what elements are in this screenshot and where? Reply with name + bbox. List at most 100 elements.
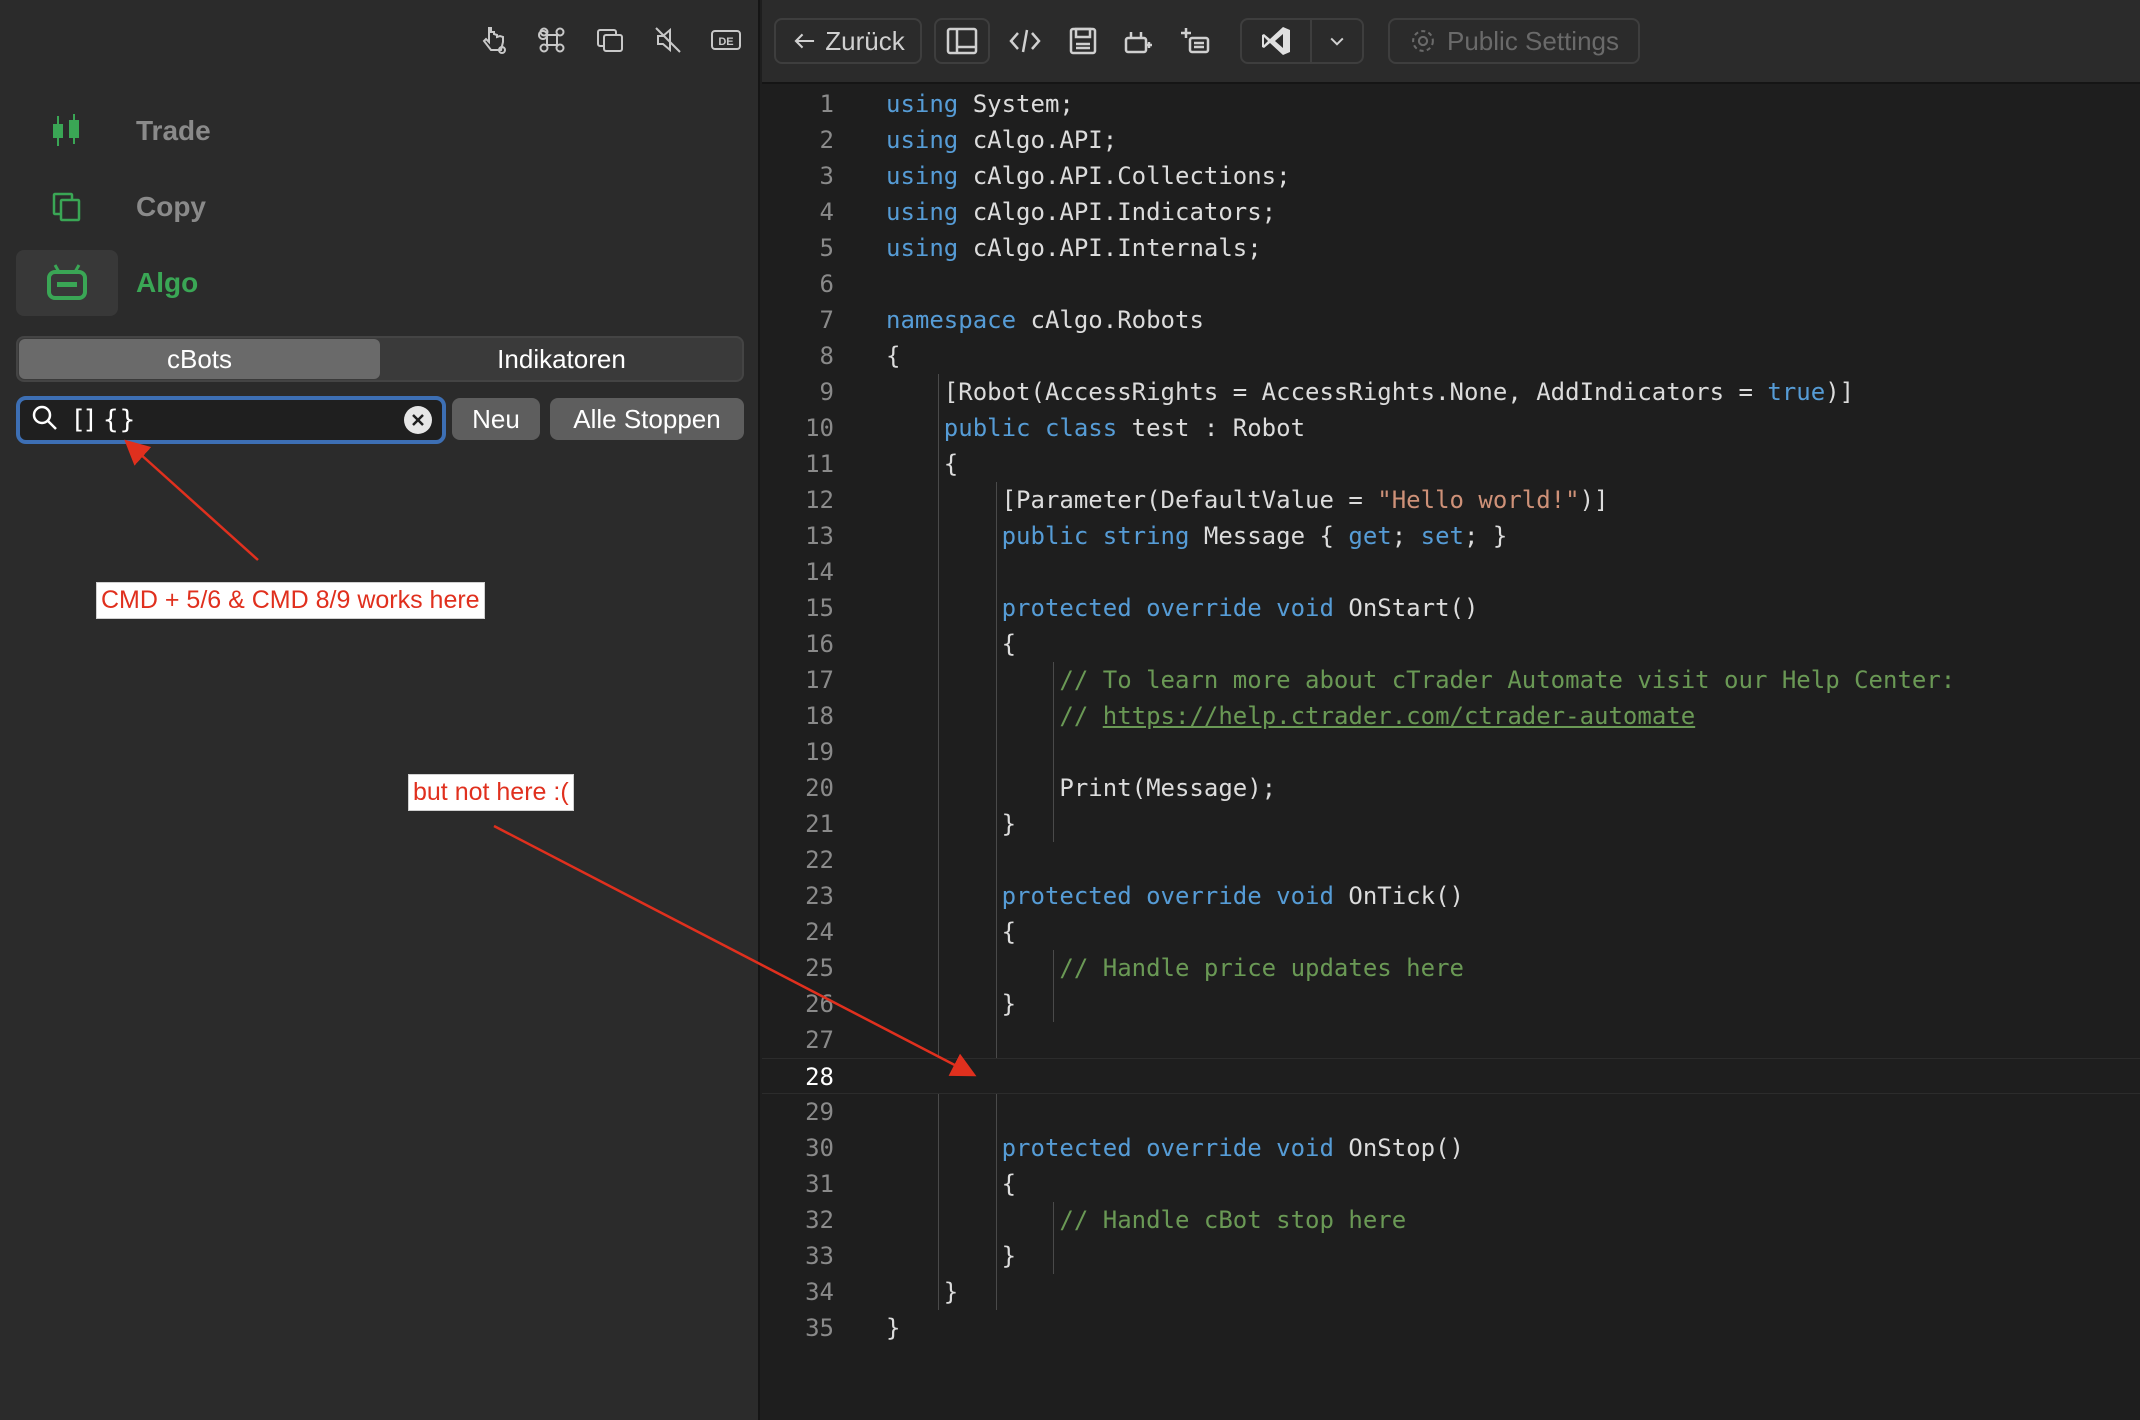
code-line[interactable]: 33 } <box>762 1238 2140 1274</box>
help-link[interactable]: https://help.ctrader.com/ctrader-automat… <box>1103 702 1695 730</box>
code-line[interactable]: 24 { <box>762 914 2140 950</box>
code-line[interactable]: 22 <box>762 842 2140 878</box>
code-token: protected override void <box>886 882 1334 910</box>
line-number: 21 <box>805 810 834 838</box>
code-token: { <box>886 450 959 478</box>
code-text: { <box>886 338 900 374</box>
code-line[interactable]: 27 <box>762 1022 2140 1058</box>
robot-icon <box>16 250 118 316</box>
code-line[interactable]: 10 public class test : Robot <box>762 410 2140 446</box>
code-text: namespace cAlgo.Robots <box>886 302 1204 338</box>
code-token: using <box>886 198 959 226</box>
code-text: [Robot(AccessRights = AccessRights.None,… <box>886 374 1854 410</box>
layout-toggle-button[interactable] <box>934 18 990 64</box>
code-text: { <box>886 1166 1016 1202</box>
code-line[interactable]: 18 // https://help.ctrader.com/ctrader-a… <box>762 698 2140 734</box>
code-line[interactable]: 20 Print(Message); <box>762 770 2140 806</box>
code-token: using <box>886 234 959 262</box>
code-line[interactable]: 4 using cAlgo.API.Indicators; <box>762 194 2140 230</box>
windows-icon[interactable] <box>592 22 628 58</box>
code-token: // Handle price updates here <box>886 954 1464 982</box>
code-line[interactable]: 3 using cAlgo.API.Collections; <box>762 158 2140 194</box>
command-icon[interactable] <box>534 22 570 58</box>
code-line[interactable]: 30 protected override void OnStop() <box>762 1130 2140 1166</box>
line-number: 9 <box>819 378 834 406</box>
code-view-button[interactable] <box>1002 18 1048 64</box>
line-number: 11 <box>805 450 834 478</box>
code-line[interactable]: 16 { <box>762 626 2140 662</box>
code-line[interactable]: 35} <box>762 1310 2140 1346</box>
search-input[interactable]: [] {} <box>74 405 404 435</box>
code-line[interactable]: 32 // Handle cBot stop here <box>762 1202 2140 1238</box>
nav-label-trade: Trade <box>136 115 211 146</box>
code-line[interactable]: 21 } <box>762 806 2140 842</box>
code-line[interactable]: 25 // Handle price updates here <box>762 950 2140 986</box>
candlestick-icon <box>16 98 118 164</box>
code-line[interactable]: 11 { <box>762 446 2140 482</box>
code-line[interactable]: 15 protected override void OnStart() <box>762 590 2140 626</box>
code-line[interactable]: 23 protected override void OnTick() <box>762 878 2140 914</box>
nav-item-copy[interactable]: Copy <box>16 174 736 240</box>
code-token: Print(Message); <box>886 774 1277 802</box>
arrow-left-icon <box>794 33 815 49</box>
line-number: 18 <box>805 702 834 730</box>
save-button[interactable] <box>1060 18 1106 64</box>
mute-icon[interactable] <box>650 22 686 58</box>
code-line[interactable]: 2 using cAlgo.API; <box>762 122 2140 158</box>
nav-item-algo[interactable]: Algo <box>16 250 736 316</box>
search-box[interactable]: [] {} <box>16 396 446 444</box>
code-token: // To learn more about cTrader Automate … <box>886 666 1956 694</box>
code-token: using <box>886 162 959 190</box>
system-toolbar: DE <box>476 22 744 58</box>
code-token: OnStart() <box>1333 594 1479 622</box>
open-in-vs-button[interactable] <box>1242 20 1312 62</box>
tab-cbots[interactable]: cBots <box>19 339 380 379</box>
code-line[interactable]: 8{ <box>762 338 2140 374</box>
code-editor[interactable]: 1 using System; 2 using cAlgo.API; 3 using cA… <box>762 86 2140 1420</box>
pointer-icon[interactable] <box>476 22 512 58</box>
code-text: [Parameter(DefaultValue = "Hello world!"… <box>886 482 1609 518</box>
code-line[interactable]: 6 <box>762 266 2140 302</box>
code-token: { <box>886 342 901 370</box>
public-settings-button[interactable]: Public Settings <box>1388 18 1640 64</box>
line-number: 24 <box>805 918 834 946</box>
add-instance-button[interactable] <box>1172 18 1218 64</box>
code-text: using cAlgo.API.Indicators; <box>886 194 1276 230</box>
code-line[interactable]: 26 } <box>762 986 2140 1022</box>
search-icon <box>30 403 60 438</box>
tab-indikatoren[interactable]: Indikatoren <box>381 338 742 380</box>
line-number: 6 <box>819 270 834 298</box>
new-button[interactable]: Neu <box>452 398 540 440</box>
code-token: { <box>886 630 1017 658</box>
line-number: 15 <box>805 594 834 622</box>
code-token: [Parameter(DefaultValue = <box>886 486 1378 514</box>
code-line[interactable]: 17 // To learn more about cTrader Automa… <box>762 662 2140 698</box>
code-line[interactable]: 34 } <box>762 1274 2140 1310</box>
code-line[interactable]: 19 <box>762 734 2140 770</box>
line-number: 19 <box>805 738 834 766</box>
code-line[interactable]: 1 using System; <box>762 86 2140 122</box>
code-line[interactable]: 28 <box>762 1058 2140 1094</box>
line-number: 30 <box>805 1134 834 1162</box>
code-token: "Hello world!" <box>1377 486 1580 514</box>
code-token: get <box>1348 522 1392 550</box>
nav-item-trade[interactable]: Trade <box>16 98 736 164</box>
save-icon <box>1069 27 1097 55</box>
ide-dropdown-button[interactable] <box>1312 20 1362 62</box>
code-line[interactable]: 29 <box>762 1094 2140 1130</box>
code-line[interactable]: 9 [Robot(AccessRights = AccessRights.Non… <box>762 374 2140 410</box>
code-token: } <box>886 1242 1017 1270</box>
code-line[interactable]: 14 <box>762 554 2140 590</box>
stop-all-button[interactable]: Alle Stoppen <box>550 398 744 440</box>
language-de-icon[interactable]: DE <box>708 22 744 58</box>
code-line[interactable]: 5 using cAlgo.API.Internals; <box>762 230 2140 266</box>
back-button[interactable]: Zurück <box>774 18 922 64</box>
line-number: 20 <box>805 774 834 802</box>
build-button[interactable] <box>1116 18 1162 64</box>
code-line[interactable]: 13 public string Message { get; set; } <box>762 518 2140 554</box>
code-line[interactable]: 7 namespace cAlgo.Robots <box>762 302 2140 338</box>
clear-search-icon[interactable] <box>404 406 432 434</box>
code-line[interactable]: 31 { <box>762 1166 2140 1202</box>
code-line[interactable]: 12 [Parameter(DefaultValue = "Hello worl… <box>762 482 2140 518</box>
back-label: Zurück <box>825 25 905 56</box>
